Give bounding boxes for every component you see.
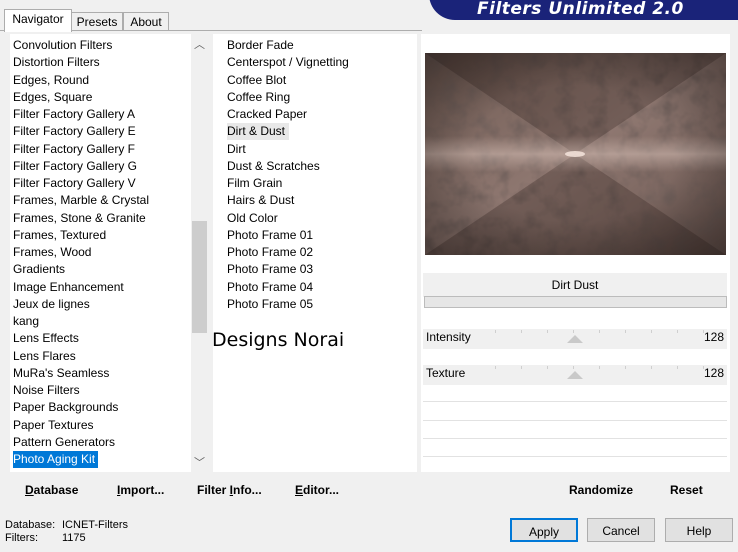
scroll-up-icon[interactable]: ︿ (191, 37, 208, 54)
scrollbar-thumb[interactable] (192, 221, 207, 333)
category-item[interactable]: Frames, Wood (13, 244, 91, 261)
category-item[interactable]: Frames, Stone & Granite (13, 210, 146, 227)
status-filters-label: Filters: (5, 532, 38, 544)
category-item[interactable]: Image Enhancement (13, 279, 124, 296)
empty-slot-3 (423, 438, 727, 439)
filter-item[interactable]: Photo Frame 05 (227, 296, 313, 313)
filter-name-header: Dirt Dust (423, 273, 727, 297)
filter-item[interactable]: Film Grain (227, 175, 282, 192)
filter-item[interactable]: Dirt & Dust (227, 123, 290, 141)
empty-slot-4 (423, 456, 727, 457)
database-button[interactable]: Database (25, 478, 78, 502)
category-item[interactable]: Noise Filters (13, 382, 80, 399)
category-item[interactable]: Gradients (13, 261, 65, 278)
filter-item[interactable]: Dirt (227, 141, 246, 158)
status-database-label: Database: (5, 519, 56, 531)
category-list[interactable]: Convolution Filters Distortion Filters Edg… (10, 37, 191, 472)
status-database: Database: ICNET-Filters (5, 519, 128, 532)
category-item[interactable]: Filter Factory Gallery G (13, 158, 137, 175)
tab-navigator[interactable]: Navigator (4, 9, 72, 32)
category-item[interactable]: Convolution Filters (13, 37, 112, 54)
category-item[interactable]: Lens Effects (13, 330, 79, 347)
reset-button[interactable]: Reset (670, 478, 703, 502)
texture-value: 128 (703, 366, 724, 380)
filter-item[interactable]: Centerspot / Vignetting (227, 54, 349, 71)
tab-presets[interactable]: Presets (71, 12, 123, 31)
filter-item[interactable]: Coffee Ring (227, 89, 290, 106)
filter-item[interactable]: Photo Frame 01 (227, 227, 313, 244)
category-item[interactable]: Filter Factory Gallery F (13, 141, 135, 158)
category-item[interactable]: Jeux de lignes (13, 296, 90, 313)
category-item[interactable]: Paper Textures (13, 417, 94, 434)
status-filters: Filters: 1175 (5, 532, 86, 545)
category-item[interactable]: Edges, Round (13, 72, 89, 89)
texture-slider[interactable]: Texture 128 (423, 365, 727, 385)
randomize-button[interactable]: Randomize (569, 478, 633, 502)
category-item[interactable]: Pattern Generators (13, 434, 115, 451)
tab-bar: Navigator Presets About (0, 0, 738, 32)
watermark-text: Designs Norai (212, 329, 345, 351)
scroll-down-icon[interactable]: ﹀ (191, 455, 208, 472)
preview-image (425, 53, 726, 255)
filter-item[interactable]: Dust & Scratches (227, 158, 320, 175)
help-button[interactable]: Help (665, 518, 733, 542)
intensity-label: Intensity (426, 330, 471, 344)
category-item[interactable]: Distortion Filters (13, 54, 100, 71)
cancel-button[interactable]: Cancel (587, 518, 655, 542)
tab-about[interactable]: About (123, 12, 169, 31)
status-filters-value: 1175 (62, 532, 86, 544)
filter-panel: Border Fade Centerspot / Vignetting Coffee… (213, 34, 417, 472)
progress-bar (424, 296, 727, 308)
filter-item[interactable]: Photo Frame 02 (227, 244, 313, 261)
texture-label: Texture (426, 366, 466, 380)
apply-button[interactable]: Apply (510, 518, 578, 542)
category-item[interactable]: kang (13, 313, 39, 330)
filter-item[interactable]: Photo Frame 04 (227, 279, 313, 296)
right-toolbar: Randomize Reset (423, 478, 730, 502)
editor-button[interactable]: Editor... (295, 478, 339, 502)
filter-item[interactable]: Hairs & Dust (227, 192, 294, 209)
category-item[interactable]: Paper Backgrounds (13, 399, 118, 416)
category-panel: Convolution Filters Distortion Filters Edg… (10, 34, 208, 472)
category-item[interactable]: MuRa's Seamless (13, 365, 109, 382)
category-item[interactable]: Filter Factory Gallery E (13, 123, 136, 140)
status-database-value: ICNET-Filters (62, 519, 128, 531)
texture-thumb-icon[interactable] (567, 371, 583, 379)
empty-slot-1 (423, 401, 727, 402)
left-toolbar: Database Import... Filter Info... Editor… (10, 478, 417, 502)
category-item[interactable]: Filter Factory Gallery V (13, 175, 136, 192)
intensity-value: 128 (703, 330, 724, 344)
category-scrollbar[interactable]: ︿ ﹀ (191, 34, 208, 472)
intensity-slider[interactable]: Intensity 128 (423, 329, 727, 349)
intensity-thumb-icon[interactable] (567, 335, 583, 343)
texture-ticks (495, 366, 705, 369)
import-button[interactable]: Import... (117, 478, 164, 502)
filter-item[interactable]: Old Color (227, 210, 278, 227)
category-item[interactable]: Lens Flares (13, 348, 76, 365)
empty-slot-2 (423, 420, 727, 421)
category-item[interactable]: Frames, Marble & Crystal (13, 192, 149, 209)
intensity-ticks (495, 330, 705, 333)
filter-item[interactable]: Border Fade (227, 37, 294, 54)
category-item[interactable]: Filter Factory Gallery A (13, 106, 135, 123)
category-item[interactable]: Edges, Square (13, 89, 92, 106)
filter-item[interactable]: Coffee Blot (227, 72, 286, 89)
category-item[interactable]: Frames, Textured (13, 227, 106, 244)
filter-info-button[interactable]: Filter Info... (197, 478, 262, 502)
filter-item[interactable]: Cracked Paper (227, 106, 307, 123)
category-item[interactable]: Photo Aging Kit (13, 451, 99, 468)
filter-item[interactable]: Photo Frame 03 (227, 261, 313, 278)
